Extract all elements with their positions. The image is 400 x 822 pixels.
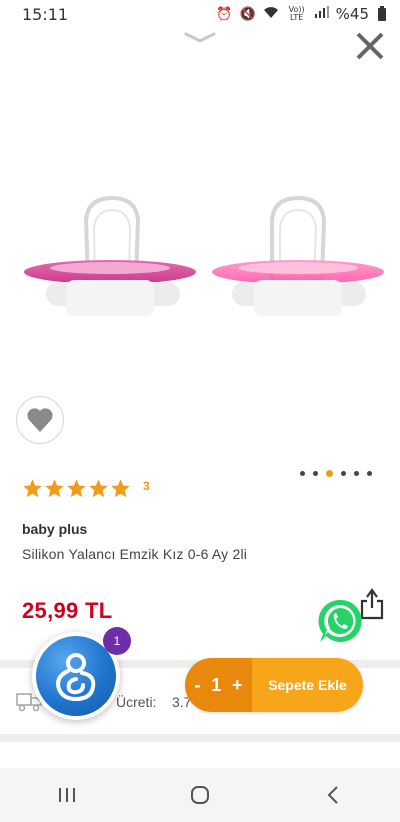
nav-back-button[interactable] (313, 775, 353, 815)
product-name: Silikon Yalancı Emzik Kız 0-6 Ay 2li (22, 546, 248, 562)
star-icon (111, 479, 130, 498)
favorite-button[interactable] (16, 396, 64, 444)
product-image[interactable] (0, 150, 400, 340)
decrease-quantity-button[interactable]: - (194, 675, 200, 696)
star-icon (45, 479, 64, 498)
carousel-dot[interactable] (367, 471, 372, 476)
status-icons: ⏰ 🔇 Vo)) LTE %45 (216, 5, 386, 23)
alarm-icon: ⏰ (216, 6, 233, 22)
recents-icon (58, 788, 75, 802)
signal-icon (314, 6, 329, 22)
whatsapp-icon (318, 599, 362, 642)
back-icon (327, 786, 339, 804)
carousel-dot[interactable] (354, 471, 359, 476)
status-time: 15:11 (22, 4, 69, 24)
add-to-cart-bar: - 1 + Sepete Ekle (185, 658, 363, 712)
home-icon (190, 786, 209, 804)
add-to-cart-button[interactable]: Sepete Ekle (252, 658, 363, 712)
nav-recents-button[interactable] (47, 775, 87, 815)
product-brand[interactable]: baby plus (22, 521, 87, 537)
network-label: Vo)) LTE (288, 5, 305, 22)
heart-icon (27, 408, 53, 432)
close-button[interactable] (352, 28, 388, 64)
chevron-down-icon[interactable] (184, 28, 216, 46)
product-price: 25,99 TL (22, 598, 113, 623)
notification-badge[interactable]: 1 (103, 627, 131, 655)
battery-icon (378, 5, 386, 21)
system-nav-bar (0, 768, 400, 822)
carousel-dot[interactable] (300, 471, 305, 476)
close-icon (356, 32, 384, 60)
carousel-dots[interactable] (300, 470, 372, 477)
mute-icon: 🔇 (239, 6, 256, 22)
product-rating[interactable]: 3 (22, 478, 150, 499)
rating-stars (22, 478, 131, 499)
shipping-label: Ücreti: (116, 694, 157, 710)
carousel-dot-active[interactable] (326, 470, 333, 477)
battery-text: %45 (335, 5, 369, 23)
section-divider (0, 734, 400, 742)
pacifier-right (212, 195, 384, 316)
carousel-dot[interactable] (341, 471, 346, 476)
quantity-value: 1 (211, 674, 222, 695)
star-icon (23, 479, 42, 498)
rating-count[interactable]: 3 (143, 479, 150, 493)
whatsapp-button[interactable] (316, 597, 364, 645)
star-icon (67, 479, 86, 498)
status-bar: 15:11 ⏰ 🔇 Vo)) LTE %45 (0, 0, 400, 28)
pacifier-left (24, 195, 196, 316)
carousel-dot[interactable] (313, 471, 318, 476)
increase-quantity-button[interactable]: + (232, 675, 243, 696)
wifi-icon (263, 6, 279, 23)
nav-home-button[interactable] (180, 775, 220, 815)
quantity-stepper: - 1 + (185, 658, 252, 712)
star-icon (89, 479, 108, 498)
